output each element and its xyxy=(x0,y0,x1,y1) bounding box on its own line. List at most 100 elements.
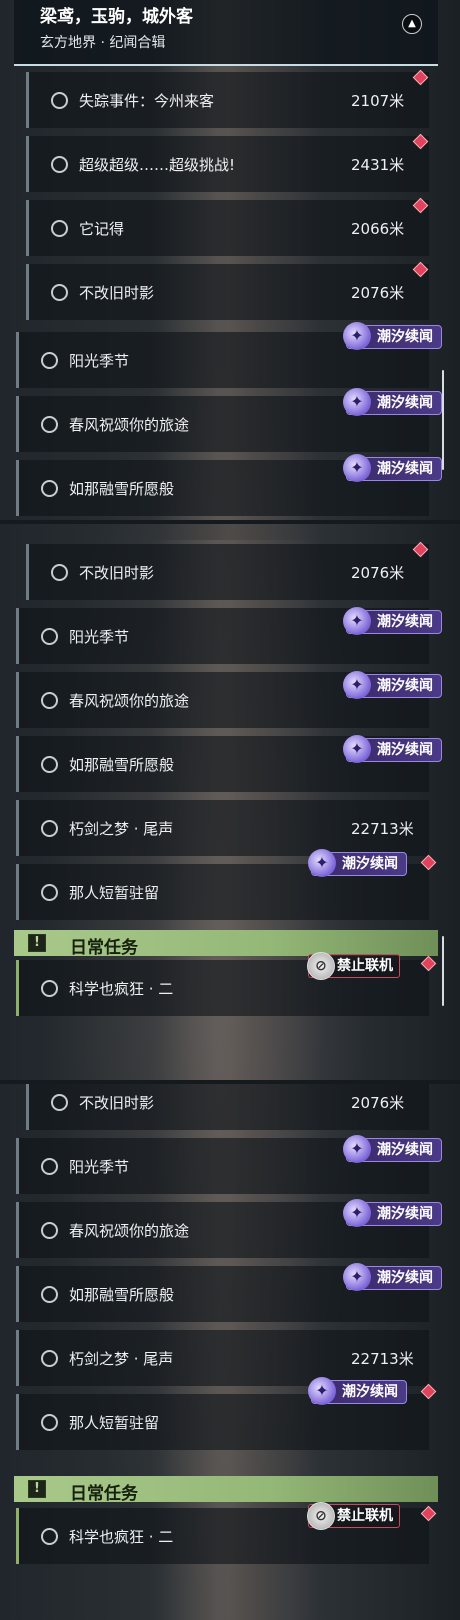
quest-label: 科学也疯狂 · 二 xyxy=(69,1528,174,1546)
quest-distance: 2107米 xyxy=(351,92,405,110)
tide-badge: ✦ 潮汐续闻 xyxy=(343,1263,442,1291)
panel-divider xyxy=(0,520,460,524)
quest-checkbox-icon xyxy=(41,756,58,773)
quest-label: 失踪事件：今州来客 xyxy=(79,92,215,110)
no-online-badge: ⊘ 禁止联机 xyxy=(307,1502,400,1530)
tide-badge: ✦ 潮汐续闻 xyxy=(308,849,407,877)
no-online-label: 禁止联机 xyxy=(337,1508,393,1524)
scrollbar[interactable] xyxy=(442,936,444,1006)
tide-badge-label: 潮汐续闻 xyxy=(377,1142,433,1158)
quest-label: 春风祝颂你的旅途 xyxy=(69,416,190,434)
tide-swirl-icon: ✦ xyxy=(343,735,371,763)
quest-checkbox-icon xyxy=(41,352,58,369)
quest-checkbox-icon xyxy=(51,1094,68,1111)
tide-badge: ✦ 潮汐续闻 xyxy=(343,671,442,699)
quest-panel-1: 梁鸢，玉驹，城外客 玄方地界 · 纪闻合辑 ▲ 失踪事件：今州来客 2107米 … xyxy=(0,0,460,520)
quest-item-shadow[interactable]: 不改旧时影 2076米 xyxy=(26,1084,429,1130)
scrollbar[interactable] xyxy=(442,370,444,470)
tide-swirl-icon: ✦ xyxy=(308,1377,336,1405)
tide-badge-label: 潮汐续闻 xyxy=(377,1206,433,1222)
quest-checkbox-icon xyxy=(51,220,68,237)
quest-group-title: 梁鸢，玉驹，城外客 xyxy=(40,7,193,27)
tide-badge-label: 潮汐续闻 xyxy=(377,1270,433,1286)
quest-checkbox-icon xyxy=(41,1350,58,1367)
quest-checkbox-icon xyxy=(41,1286,58,1303)
daily-task-header[interactable]: ! 日常任务 xyxy=(14,930,438,958)
quest-checkbox-icon xyxy=(41,884,58,901)
daily-task-title: 日常任务 xyxy=(70,938,138,958)
quest-label: 如那融雪所愿般 xyxy=(69,1286,175,1304)
quest-item-super[interactable]: 超级超级……超级挑战! 2431米 xyxy=(26,136,429,192)
tide-badge: ✦ 潮汐续闻 xyxy=(343,388,442,416)
quest-label: 阳光季节 xyxy=(69,1158,130,1176)
tide-badge-label: 潮汐续闻 xyxy=(342,1384,398,1400)
quest-distance: 2076米 xyxy=(351,564,405,582)
quest-panel-3: 不改旧时影 2076米 阳光季节 ✦ 潮汐续闻 春风祝颂你的旅途 ✦ 潮汐续闻 … xyxy=(0,1084,460,1620)
quest-distance: 22713米 xyxy=(351,820,414,838)
exclamation-icon: ! xyxy=(28,1480,46,1498)
tide-badge-label: 潮汐续闻 xyxy=(377,461,433,477)
tide-badge: ✦ 潮汐续闻 xyxy=(343,1199,442,1227)
tide-badge: ✦ 潮汐续闻 xyxy=(343,1135,442,1163)
tide-badge: ✦ 潮汐续闻 xyxy=(343,454,442,482)
quest-checkbox-icon xyxy=(41,416,58,433)
tide-swirl-icon: ✦ xyxy=(343,607,371,635)
tide-swirl-icon: ✦ xyxy=(343,322,371,350)
no-online-icon: ⊘ xyxy=(307,1502,335,1530)
tide-badge-label: 潮汐续闻 xyxy=(377,678,433,694)
tide-badge: ✦ 潮汐续闻 xyxy=(343,607,442,635)
chevron-up-icon[interactable]: ▲ xyxy=(402,14,422,34)
quest-label: 春风祝颂你的旅途 xyxy=(69,692,190,710)
quest-group-subtitle: 玄方地界 · 纪闻合辑 xyxy=(40,35,166,51)
quest-checkbox-icon xyxy=(41,1158,58,1175)
quest-distance: 2076米 xyxy=(351,1094,405,1112)
tide-badge: ✦ 潮汐续闻 xyxy=(343,735,442,763)
daily-task-title: 日常任务 xyxy=(70,1484,138,1504)
quest-label: 超级超级……超级挑战! xyxy=(79,156,236,174)
quest-label: 不改旧时影 xyxy=(79,564,155,582)
quest-panel-2: 不改旧时影 2076米 阳光季节 ✦ 潮汐续闻 春风祝颂你的旅途 ✦ 潮汐续闻 … xyxy=(0,540,460,1080)
quest-checkbox-icon xyxy=(41,820,58,837)
quest-label: 如那融雪所愿般 xyxy=(69,480,175,498)
quest-item-missing[interactable]: 失踪事件：今州来客 2107米 xyxy=(26,72,429,128)
exclamation-icon: ! xyxy=(28,934,46,952)
tide-badge: ✦ 潮汐续闻 xyxy=(308,1377,407,1405)
quest-checkbox-icon xyxy=(51,156,68,173)
tide-badge-label: 潮汐续闻 xyxy=(342,856,398,872)
quest-checkbox-icon xyxy=(51,92,68,109)
quest-distance: 22713米 xyxy=(351,1350,414,1368)
quest-label: 如那融雪所愿般 xyxy=(69,756,175,774)
quest-checkbox-icon xyxy=(51,564,68,581)
tide-swirl-icon: ✦ xyxy=(343,1263,371,1291)
quest-item-shadow[interactable]: 不改旧时影 2076米 xyxy=(26,544,429,600)
quest-item-remember[interactable]: 它记得 2066米 xyxy=(26,200,429,256)
tide-badge-label: 潮汐续闻 xyxy=(377,329,433,345)
quest-checkbox-icon xyxy=(41,1528,58,1545)
tide-badge-label: 潮汐续闻 xyxy=(377,742,433,758)
no-online-label: 禁止联机 xyxy=(337,958,393,974)
quest-checkbox-icon xyxy=(41,480,58,497)
quest-label: 它记得 xyxy=(79,220,125,238)
quest-item-sword[interactable]: 朽剑之梦 · 尾声 22713米 xyxy=(16,1330,429,1386)
quest-checkbox-icon xyxy=(41,1414,58,1431)
quest-label: 不改旧时影 xyxy=(79,1094,155,1112)
quest-label: 那人短暂驻留 xyxy=(69,1414,160,1432)
quest-group-header[interactable]: 梁鸢，玉驹，城外客 玄方地界 · 纪闻合辑 ▲ xyxy=(14,0,438,66)
quest-label: 朽剑之梦 · 尾声 xyxy=(69,1350,174,1368)
quest-label: 春风祝颂你的旅途 xyxy=(69,1222,190,1240)
quest-label: 阳光季节 xyxy=(69,628,130,646)
no-online-badge: ⊘ 禁止联机 xyxy=(307,952,400,980)
quest-checkbox-icon xyxy=(51,284,68,301)
no-online-icon: ⊘ xyxy=(307,952,335,980)
daily-task-header[interactable]: ! 日常任务 xyxy=(14,1476,438,1504)
tide-badge: ✦ 潮汐续闻 xyxy=(343,322,442,350)
tide-swirl-icon: ✦ xyxy=(343,454,371,482)
tide-swirl-icon: ✦ xyxy=(343,1199,371,1227)
quest-label: 科学也疯狂 · 二 xyxy=(69,980,174,998)
tide-swirl-icon: ✦ xyxy=(308,849,336,877)
quest-checkbox-icon xyxy=(41,980,58,997)
quest-item-shadow[interactable]: 不改旧时影 2076米 xyxy=(26,264,429,320)
quest-label: 那人短暂驻留 xyxy=(69,884,160,902)
quest-label: 阳光季节 xyxy=(69,352,130,370)
quest-item-sword[interactable]: 朽剑之梦 · 尾声 22713米 xyxy=(16,800,429,856)
